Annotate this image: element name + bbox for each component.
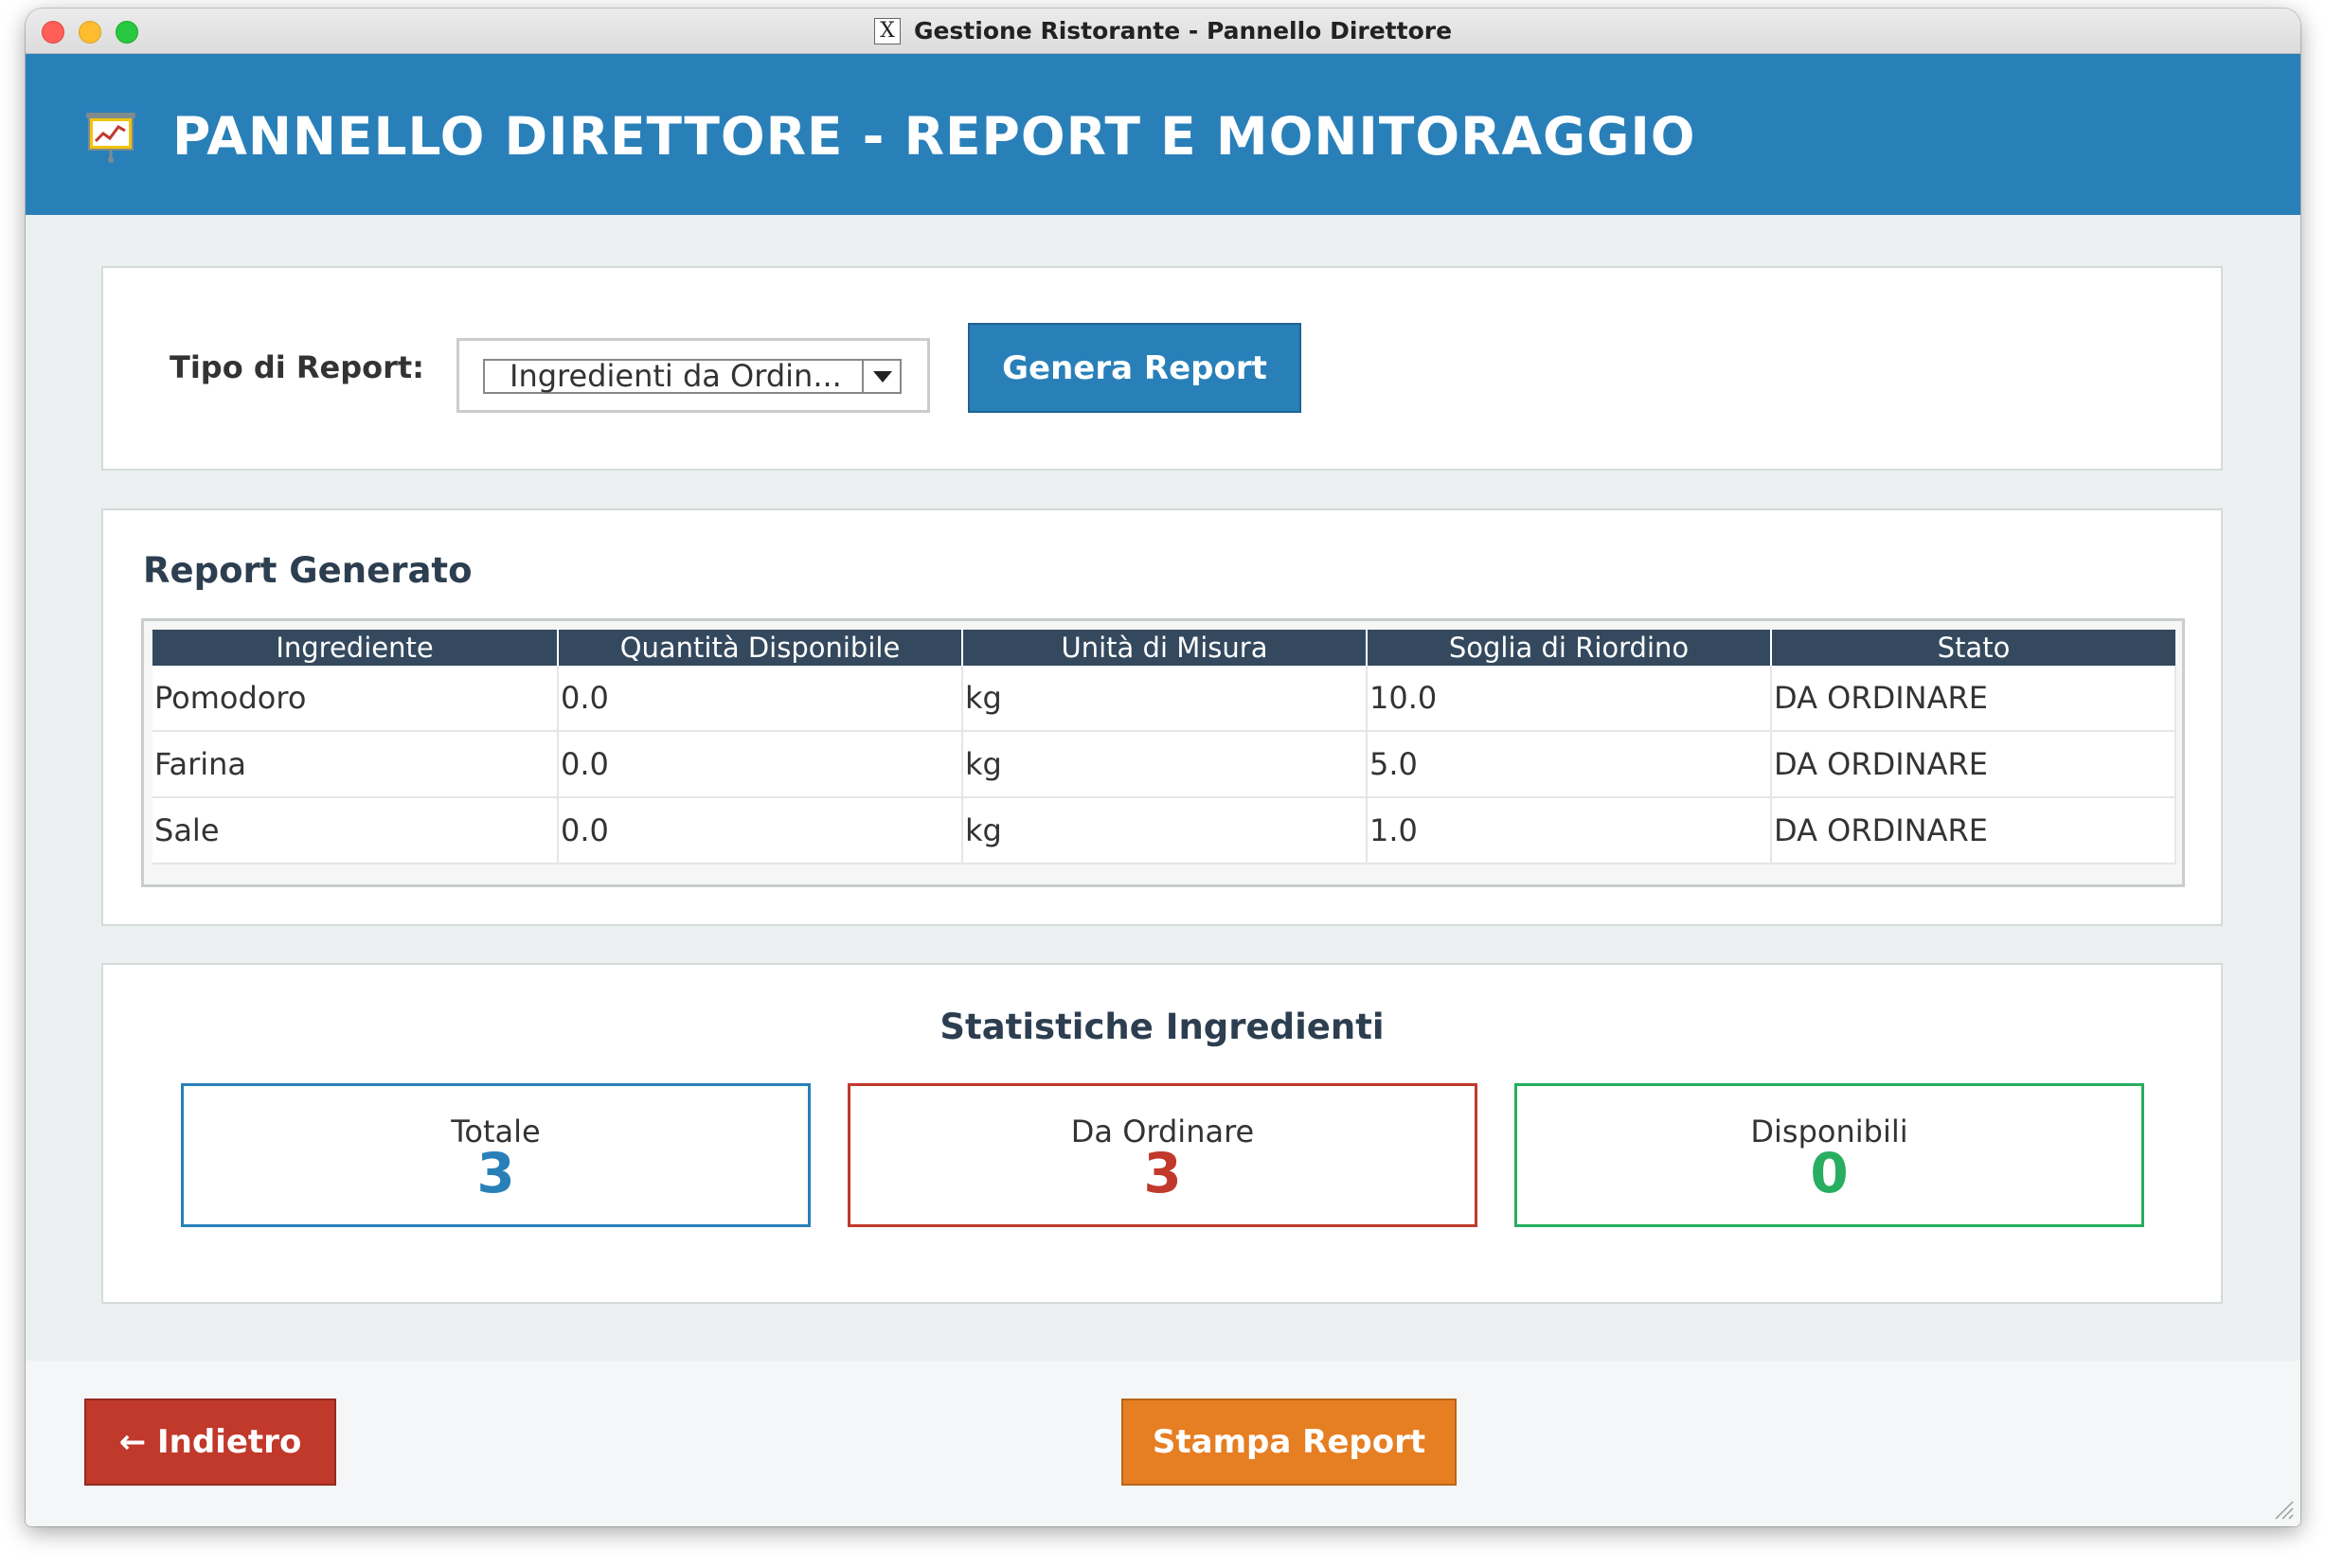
table-cell[interactable]: 1.0	[1367, 797, 1772, 864]
table-cell[interactable]: DA ORDINARE	[1771, 731, 2176, 798]
footer-bar: ← Indietro Stampa Report	[26, 1361, 2300, 1526]
stat-card-da-ordinare: Da Ordinare 3	[848, 1083, 1477, 1227]
app-window: X Gestione Ristorante - Pannello Diretto…	[26, 9, 2300, 1526]
presentation-chart-icon	[86, 113, 135, 163]
report-controls-panel: Tipo di Report: Ingredienti da Ordin... …	[101, 266, 2223, 471]
column-header[interactable]: Unità di Misura	[962, 630, 1368, 666]
generate-report-button[interactable]: Genera Report	[968, 323, 1301, 413]
table-row[interactable]: Farina 0.0 kg 5.0 DA ORDINARE	[152, 731, 2176, 798]
report-type-select-field[interactable]: Ingredienti da Ordin...	[483, 359, 902, 394]
resize-grip-icon[interactable]	[2272, 1498, 2295, 1521]
table-cell[interactable]: 0.0	[558, 797, 963, 864]
stat-card-totale: Totale 3	[181, 1083, 811, 1227]
page-header: PANNELLO DIRETTORE - REPORT E MONITORAGG…	[26, 54, 2300, 215]
table-cell[interactable]: DA ORDINARE	[1771, 666, 2176, 732]
column-header[interactable]: Quantità Disponibile	[558, 630, 963, 666]
x11-app-icon: X	[873, 17, 901, 45]
stat-value: 0	[1810, 1141, 1849, 1205]
table-cell[interactable]: 0.0	[558, 666, 963, 732]
window-title: Gestione Ristorante - Pannello Direttore	[913, 17, 1453, 45]
table-row[interactable]: Pomodoro 0.0 kg 10.0 DA ORDINARE	[152, 666, 2176, 732]
stats-title: Statistiche Ingredienti	[939, 1007, 1385, 1047]
table-cell[interactable]: DA ORDINARE	[1771, 797, 2176, 864]
generated-report-panel: Report Generato Ingrediente Quantità Dis…	[101, 508, 2223, 926]
table-header-row: Ingrediente Quantità Disponibile Unità d…	[152, 630, 2175, 666]
back-button[interactable]: ← Indietro	[84, 1399, 336, 1486]
table-cell[interactable]: 0.0	[558, 731, 963, 798]
stat-value: 3	[476, 1141, 515, 1205]
column-header[interactable]: Soglia di Riordino	[1367, 630, 1772, 666]
table-cell[interactable]: kg	[962, 666, 1368, 732]
table-cell[interactable]: kg	[962, 797, 1368, 864]
table-cell[interactable]: Sale	[152, 797, 559, 864]
report-title: Report Generato	[143, 550, 473, 591]
report-type-label: Tipo di Report:	[170, 349, 424, 385]
report-table: Ingrediente Quantità Disponibile Unità d…	[152, 630, 2176, 864]
table-cell[interactable]: 10.0	[1367, 666, 1772, 732]
column-header[interactable]: Stato	[1771, 630, 2175, 666]
report-type-select[interactable]: Ingredienti da Ordin...	[456, 338, 930, 413]
stat-card-disponibili: Disponibili 0	[1514, 1083, 2144, 1227]
report-table-container: Ingrediente Quantità Disponibile Unità d…	[141, 618, 2185, 887]
table-cell[interactable]: 5.0	[1367, 731, 1772, 798]
table-cell[interactable]: Farina	[152, 731, 559, 798]
column-header[interactable]: Ingrediente	[152, 630, 559, 666]
print-report-button[interactable]: Stampa Report	[1121, 1399, 1457, 1486]
title-bar[interactable]: X Gestione Ristorante - Pannello Diretto…	[26, 9, 2300, 54]
ingredient-stats-panel: Statistiche Ingredienti Totale 3 Da Ordi…	[101, 963, 2223, 1304]
window-title-wrap: X Gestione Ristorante - Pannello Diretto…	[26, 9, 2300, 53]
table-cell[interactable]: Pomodoro	[152, 666, 559, 732]
report-type-selected-value: Ingredienti da Ordin...	[510, 358, 842, 394]
table-row[interactable]: Sale 0.0 kg 1.0 DA ORDINARE	[152, 797, 2176, 864]
chevron-down-icon[interactable]	[862, 361, 900, 392]
page-title: PANNELLO DIRETTORE - REPORT E MONITORAGG…	[172, 106, 1696, 167]
stat-value: 3	[1143, 1141, 1182, 1205]
table-cell[interactable]: kg	[962, 731, 1368, 798]
